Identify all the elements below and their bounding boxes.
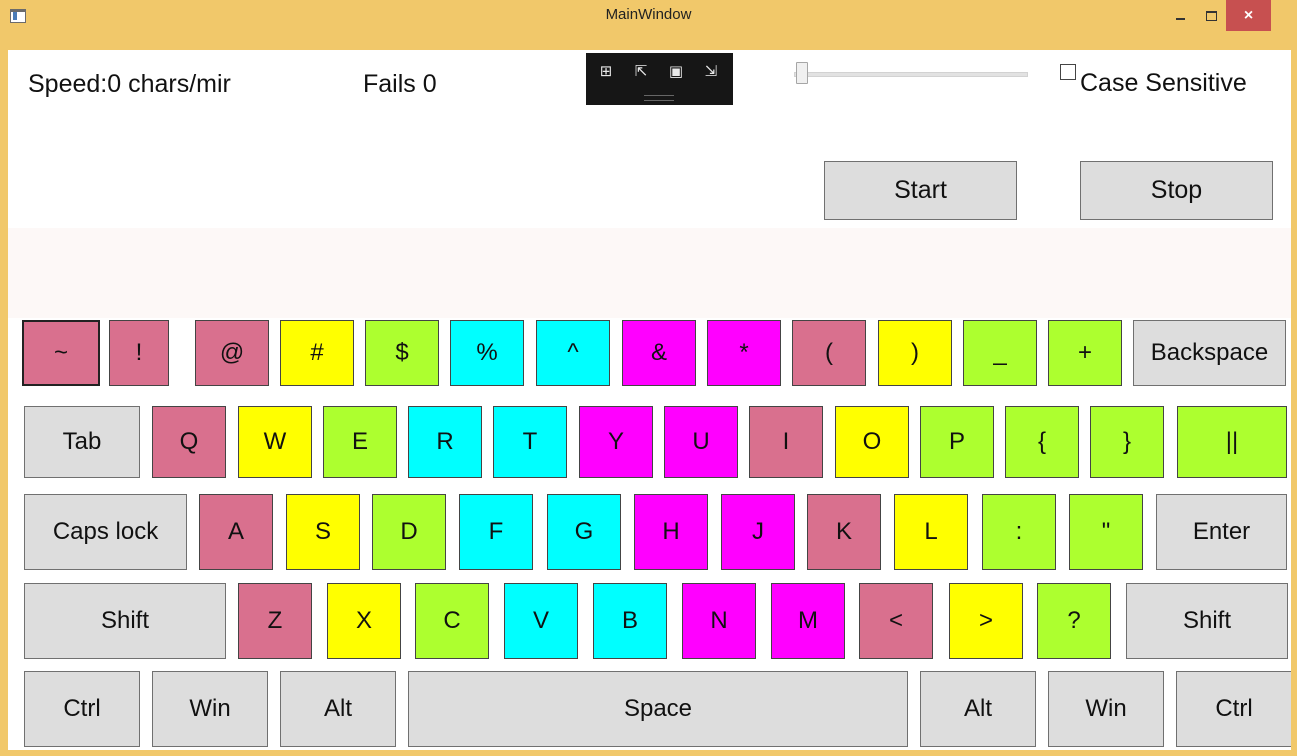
- key-l[interactable]: L: [894, 494, 968, 570]
- key-n[interactable]: N: [682, 583, 756, 659]
- slider-thumb[interactable]: [796, 62, 808, 84]
- close-button[interactable]: ×: [1226, 0, 1271, 31]
- key-space[interactable]: Space: [408, 671, 908, 747]
- key-v[interactable]: V: [504, 583, 578, 659]
- toolbar-grip[interactable]: [644, 95, 674, 101]
- key-k[interactable]: K: [807, 494, 881, 570]
- key-symbol-0-2[interactable]: @: [195, 320, 269, 386]
- key-w[interactable]: W: [238, 406, 312, 478]
- main-window-content: Speed:0 chars/mir Fails 0 ⊞ ⇱ ▣ ⇲ Case S…: [8, 50, 1291, 750]
- key-shift[interactable]: Shift: [24, 583, 226, 659]
- select-element-icon[interactable]: ⇱: [632, 63, 650, 81]
- key-s[interactable]: S: [286, 494, 360, 570]
- window-title: MainWindow: [605, 6, 692, 23]
- debug-toolbar: ⊞ ⇱ ▣ ⇲: [586, 53, 733, 105]
- key-shift[interactable]: Shift: [1126, 583, 1288, 659]
- key-x[interactable]: X: [327, 583, 401, 659]
- key-backspace[interactable]: Backspace: [1133, 320, 1286, 386]
- key-h[interactable]: H: [634, 494, 708, 570]
- key-symbol-1-11[interactable]: {: [1005, 406, 1079, 478]
- key-symbol-0-1[interactable]: !: [109, 320, 169, 386]
- key-f[interactable]: F: [459, 494, 533, 570]
- key-d[interactable]: D: [372, 494, 446, 570]
- key-g[interactable]: G: [547, 494, 621, 570]
- key-alt[interactable]: Alt: [920, 671, 1036, 747]
- key-ctrl[interactable]: Ctrl: [24, 671, 140, 747]
- key-r[interactable]: R: [408, 406, 482, 478]
- speed-label: Speed:0 chars/mir: [28, 70, 231, 98]
- case-sensitive-option[interactable]: Case Sensitive: [1060, 60, 1247, 98]
- slider-track[interactable]: [794, 72, 1028, 77]
- key-win[interactable]: Win: [152, 671, 268, 747]
- key-symbol-0-8[interactable]: *: [707, 320, 781, 386]
- key-caps-lock[interactable]: Caps lock: [24, 494, 187, 570]
- key-i[interactable]: I: [749, 406, 823, 478]
- key-symbol-0-3[interactable]: #: [280, 320, 354, 386]
- key-y[interactable]: Y: [579, 406, 653, 478]
- key-b[interactable]: B: [593, 583, 667, 659]
- title-bar: MainWindow ×: [0, 0, 1297, 50]
- key-enter[interactable]: Enter: [1156, 494, 1287, 570]
- key-j[interactable]: J: [721, 494, 795, 570]
- case-sensitive-label: Case Sensitive: [1080, 69, 1247, 97]
- key-ctrl[interactable]: Ctrl: [1176, 671, 1291, 747]
- key-symbol-3-10[interactable]: ?: [1037, 583, 1111, 659]
- minimize-button[interactable]: [1165, 0, 1195, 31]
- key-symbol-0-9[interactable]: (: [792, 320, 866, 386]
- key-symbol-0-6[interactable]: ^: [536, 320, 610, 386]
- key-tab[interactable]: Tab: [24, 406, 140, 478]
- key-m[interactable]: M: [771, 583, 845, 659]
- typing-text-area[interactable]: [8, 228, 1291, 318]
- key-alt[interactable]: Alt: [280, 671, 396, 747]
- key-symbol-0-4[interactable]: $: [365, 320, 439, 386]
- key-symbol-1-12[interactable]: }: [1090, 406, 1164, 478]
- stop-button[interactable]: Stop: [1080, 161, 1273, 220]
- track-focused-element-icon[interactable]: ⇲: [702, 63, 720, 81]
- maximize-icon: [1205, 10, 1217, 21]
- key-a[interactable]: A: [199, 494, 273, 570]
- fails-label: Fails 0: [363, 70, 437, 98]
- key-u[interactable]: U: [664, 406, 738, 478]
- key-symbol-2-11[interactable]: ": [1069, 494, 1143, 570]
- key-symbol-0-7[interactable]: &: [622, 320, 696, 386]
- key-q[interactable]: Q: [152, 406, 226, 478]
- key-t[interactable]: T: [493, 406, 567, 478]
- case-sensitive-checkbox[interactable]: [1060, 64, 1076, 80]
- key-p[interactable]: P: [920, 406, 994, 478]
- display-layout-adorners-icon[interactable]: ▣: [667, 63, 685, 81]
- key-symbol-1-13[interactable]: ||: [1177, 406, 1287, 478]
- key-symbol-0-5[interactable]: %: [450, 320, 524, 386]
- minimize-icon: [1175, 17, 1185, 20]
- key-symbol-3-8[interactable]: <: [859, 583, 933, 659]
- key-e[interactable]: E: [323, 406, 397, 478]
- key-symbol-0-0[interactable]: ~: [22, 320, 100, 386]
- start-button[interactable]: Start: [824, 161, 1017, 220]
- key-symbol-0-10[interactable]: ): [878, 320, 952, 386]
- key-symbol-0-11[interactable]: _: [963, 320, 1037, 386]
- speed-slider[interactable]: [794, 62, 1028, 84]
- key-z[interactable]: Z: [238, 583, 312, 659]
- key-o[interactable]: O: [835, 406, 909, 478]
- maximize-button[interactable]: [1196, 0, 1226, 31]
- key-symbol-0-12[interactable]: +: [1048, 320, 1122, 386]
- live-visual-tree-icon[interactable]: ⊞: [597, 63, 615, 81]
- key-win[interactable]: Win: [1048, 671, 1164, 747]
- key-symbol-2-10[interactable]: :: [982, 494, 1056, 570]
- key-c[interactable]: C: [415, 583, 489, 659]
- key-symbol-3-9[interactable]: >: [949, 583, 1023, 659]
